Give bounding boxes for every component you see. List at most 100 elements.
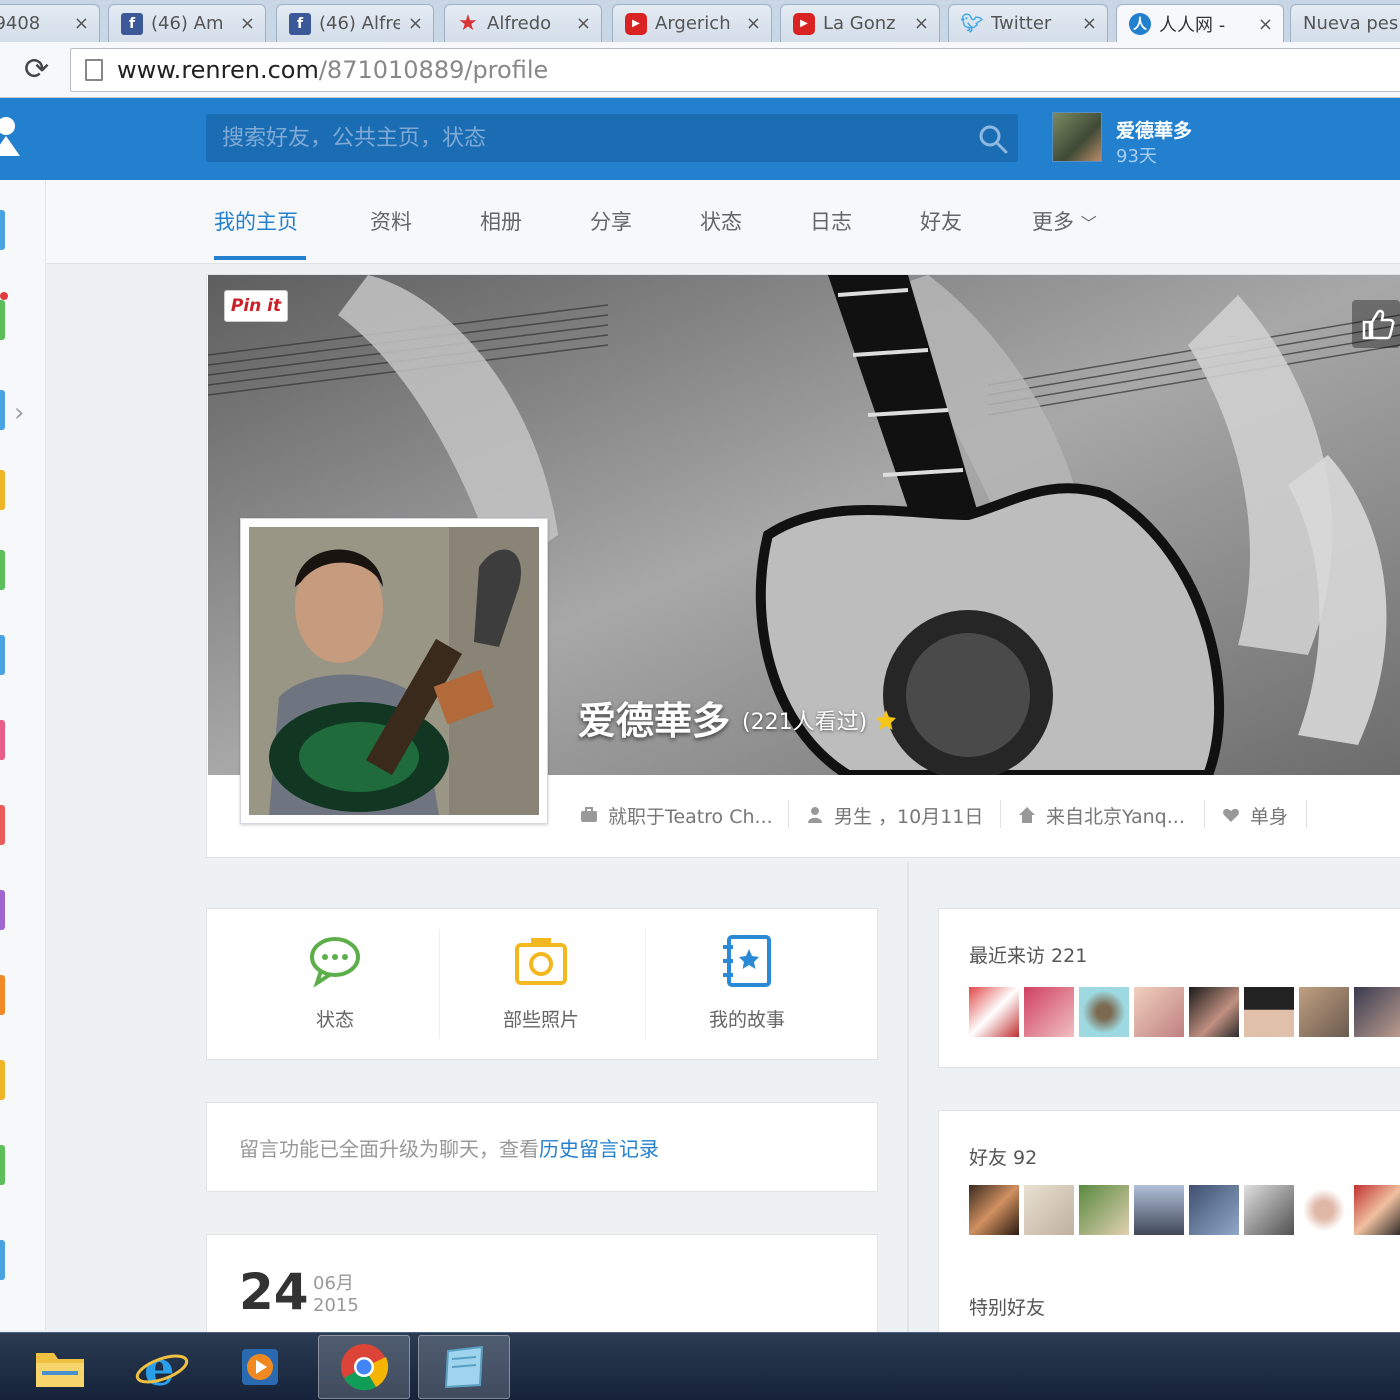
media-player-button[interactable] [214,1335,306,1399]
nav-tab-status[interactable]: 状态 [700,206,742,236]
nav-tab-blog[interactable]: 日志 [810,206,852,236]
friends-title[interactable]: 好友 92 [969,1143,1037,1170]
facebook-icon: f [121,12,143,35]
rail-app-icon[interactable] [0,470,5,510]
visitor-avatar[interactable] [1024,987,1074,1037]
browser-tab[interactable]: 🐦︎ Twitter × [948,4,1108,42]
url-path: /871010889/profile [318,56,549,84]
info-gender-birthday: 男生 ，10月11日 [806,800,983,830]
tab-title: Alfredo [487,13,552,34]
info-work-text: 就职于Teatro Ch... [608,805,773,828]
youtube-icon: ▶ [793,12,815,35]
visitor-avatar[interactable] [1244,987,1294,1037]
visit-count[interactable]: (221人看过) [742,704,867,736]
youtube-icon: ▶ [625,12,647,35]
friend-avatar[interactable] [1354,1185,1400,1235]
column-divider [907,862,909,1332]
rail-app-icon[interactable] [0,975,5,1015]
visitor-avatar[interactable] [1299,987,1349,1037]
browser-tab[interactable]: ▶ La Gonz × [780,4,940,42]
publish-photos-button[interactable]: 部些照片 [441,909,641,1059]
tab-close-icon[interactable]: × [408,13,423,34]
rail-app-icon[interactable] [0,890,5,930]
rail-app-icon[interactable] [0,300,5,340]
special-friends-title[interactable]: 特别好友 [969,1293,1045,1320]
browser-tab[interactable]: ▶ Argerich × [612,4,772,42]
visitor-avatar[interactable] [1079,987,1129,1037]
address-bar[interactable]: www.renren.com/871010889/profile [70,48,1400,92]
nav-tab-friends[interactable]: 好友 [920,206,962,236]
renren-logo-icon[interactable] [0,114,26,158]
timeline-day: 24 [239,1263,309,1321]
rail-app-icon[interactable] [0,390,5,430]
publisher-card: 状态 部些照片 我的故事 [206,908,878,1060]
folder-icon [36,1353,84,1387]
tab-close-icon[interactable]: × [240,13,255,34]
tab-close-icon[interactable]: × [914,13,929,34]
friend-avatar[interactable] [1244,1185,1294,1235]
nav-tab-share[interactable]: 分享 [590,206,632,236]
publish-story-button[interactable]: 我的故事 [647,909,847,1059]
file-explorer-button[interactable] [14,1335,106,1399]
browser-tab[interactable]: Nueva pes [1290,4,1400,42]
user-avatar[interactable] [1052,112,1102,162]
chrome-icon [341,1344,389,1391]
nav-tab-albums[interactable]: 相册 [480,206,522,236]
tab-close-icon[interactable]: × [1258,14,1273,35]
rail-app-icon[interactable] [0,635,5,675]
rail-app-icon[interactable] [0,1240,5,1280]
notes-app-button[interactable] [418,1335,510,1399]
search-input[interactable] [222,114,962,162]
nav-tab-home[interactable]: 我的主页 [214,206,298,236]
url-host: www.renren.com [117,56,319,84]
tab-close-icon[interactable]: × [1082,13,1097,34]
friend-avatar[interactable] [1024,1185,1074,1235]
browser-tab[interactable]: f (46) Am × [108,4,266,42]
browser-tab[interactable]: 59408 × [0,4,100,42]
header-user-name[interactable]: 爱德華多 [1116,116,1192,143]
browser-tab-active[interactable]: 人 人人网 - × [1116,4,1284,42]
home-icon [1019,807,1035,823]
chrome-button[interactable] [318,1335,410,1399]
visitor-avatar[interactable] [1189,987,1239,1037]
friend-avatar[interactable] [1299,1185,1349,1235]
tab-close-icon[interactable]: × [576,13,591,34]
info-divider [1000,800,1001,828]
browser-tab[interactable]: f (46) Alfre × [276,4,434,42]
page-icon [85,59,103,81]
history-messages-link[interactable]: 历史留言记录 [539,1137,659,1161]
notes-app-icon [444,1345,484,1389]
nav-tab-more[interactable]: 更多 ﹀ [1032,206,1097,236]
tab-close-icon[interactable]: × [746,13,761,34]
header-user-days: 93天 [1116,146,1157,167]
publish-status-label: 状态 [315,1009,354,1031]
reload-icon[interactable]: ⟳ [24,52,49,87]
visitor-avatar[interactable] [1354,987,1400,1037]
info-divider [1306,800,1307,828]
expand-chevron-icon[interactable]: › [14,398,24,428]
browser-tab[interactable]: ★ Alfredo × [444,4,602,42]
rail-app-icon[interactable] [0,550,5,590]
rail-app-icon[interactable] [0,1060,5,1100]
friend-avatar[interactable] [1134,1185,1184,1235]
friend-avatar[interactable] [1189,1185,1239,1235]
rail-app-icon[interactable] [0,1145,5,1185]
recent-visitors-title[interactable]: 最近来访 221 [969,941,1087,968]
tab-title: (46) Alfre [319,13,400,34]
nav-tab-info[interactable]: 资料 [370,206,412,236]
profile-photo[interactable] [240,518,548,824]
search-icon[interactable] [978,124,1008,154]
os-taskbar: e [0,1332,1400,1400]
visitor-avatar[interactable] [969,987,1019,1037]
visitor-avatar[interactable] [1134,987,1184,1037]
friend-avatar[interactable] [969,1185,1019,1235]
tab-close-icon[interactable]: × [74,13,89,34]
publish-status-button[interactable]: 状态 [235,909,435,1059]
rail-app-icon[interactable] [0,805,5,845]
thumbs-up-icon[interactable] [1352,300,1400,348]
rail-app-icon[interactable] [0,210,5,250]
pin-it-button[interactable]: Pin it [224,290,288,322]
friend-avatar[interactable] [1079,1185,1129,1235]
rail-app-icon[interactable] [0,720,5,760]
internet-explorer-button[interactable]: e [116,1335,208,1399]
